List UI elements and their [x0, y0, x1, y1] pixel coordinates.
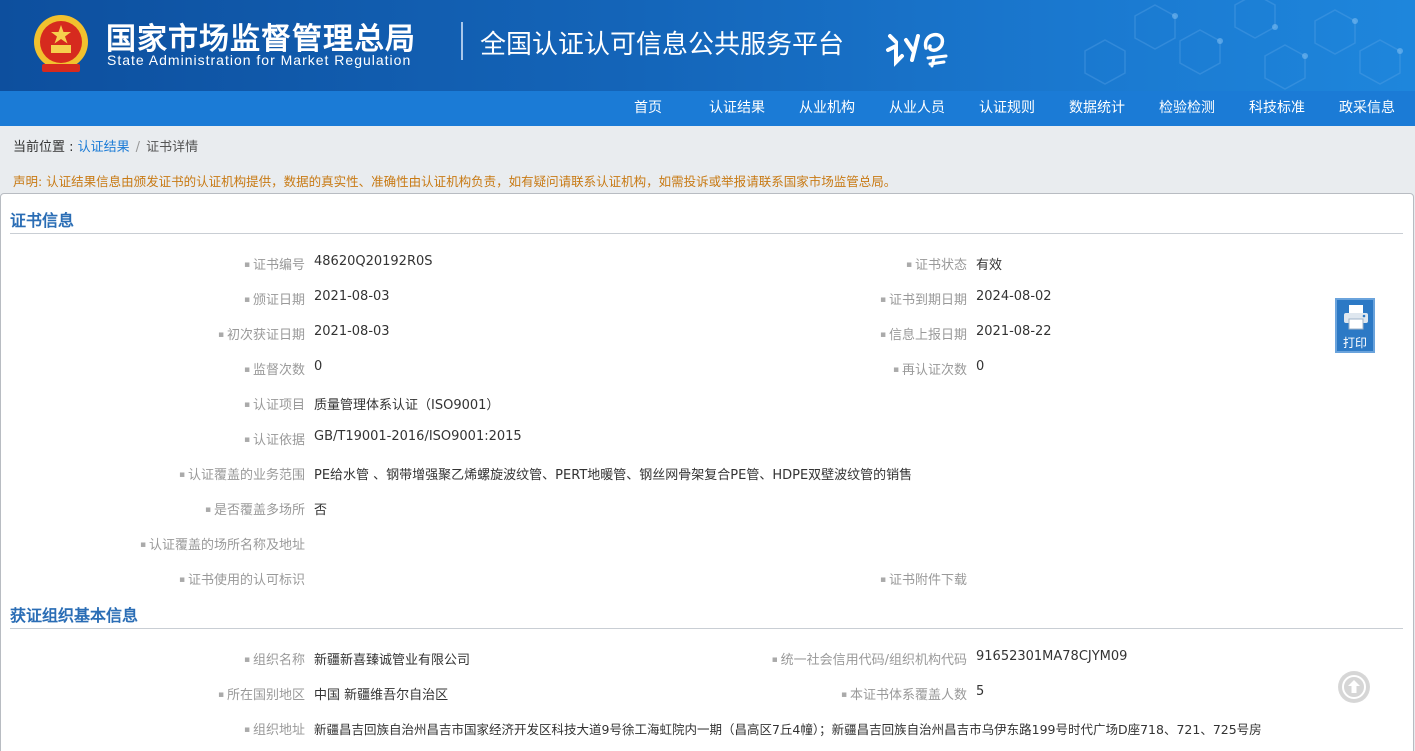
nav-standards[interactable]: 科技标准 — [1249, 91, 1305, 126]
field-value: 2021-08-22 — [976, 324, 1052, 339]
field-value: 有效 — [976, 258, 1003, 273]
breadcrumb-current: 证书详情 — [146, 140, 199, 155]
section-title-cert: 证书信息 — [10, 211, 75, 230]
nav-home[interactable]: 首页 — [634, 91, 662, 126]
field-value: 中国 新疆维吾尔自治区 — [314, 688, 449, 703]
breadcrumb-divider: / — [135, 140, 141, 155]
field-label: 所在国别地区 — [218, 684, 305, 703]
print-label: 打印 — [1342, 336, 1367, 350]
field-value: 0 — [314, 359, 323, 374]
field-label: 证书使用的认可标识 — [179, 569, 305, 588]
breadcrumb: 当前位置 : 认证结果 / 证书详情 — [13, 136, 198, 155]
field-label: 颁证日期 — [244, 289, 305, 308]
field-value: 2021-08-03 — [314, 324, 390, 339]
nav-personnel[interactable]: 从业人员 — [889, 91, 945, 126]
field-label: 组织地址 — [244, 719, 305, 738]
field-value: 48620Q20192R0S — [314, 254, 433, 269]
field-label: 证书状态 — [906, 254, 967, 273]
nav-institutions[interactable]: 从业机构 — [799, 91, 855, 126]
field-value: 新疆新喜臻诚管业有限公司 — [314, 653, 471, 668]
breadcrumb-link-results[interactable]: 认证结果 — [78, 140, 130, 155]
disclaimer-notice: 声明: 认证结果信息由颁发证书的认证机构提供，数据的真实性、准确性由认证机构负责… — [13, 174, 897, 189]
nav-procurement[interactable]: 政采信息 — [1339, 91, 1395, 126]
field-label: 是否覆盖多场所 — [205, 499, 305, 518]
breadcrumb-prefix: 当前位置 : — [13, 140, 78, 155]
renzheng-cloud-logo — [886, 33, 948, 68]
printer-icon — [1344, 305, 1368, 330]
field-value: 0 — [976, 359, 985, 374]
field-label-attachment: 证书附件下载 — [880, 569, 967, 588]
nav-rules[interactable]: 认证规则 — [979, 91, 1035, 126]
field-value: GB/T19001-2016/ISO9001:2015 — [314, 429, 522, 444]
section-divider — [10, 628, 1403, 629]
nav-certification-results[interactable]: 认证结果 — [709, 91, 765, 126]
field-value: 新疆昌吉回族自治州昌吉市国家经济开发区科技大道9号徐工海虹院内一期（昌高区7丘4… — [314, 722, 1262, 737]
field-label: 组织名称 — [244, 649, 305, 668]
section-title-org: 获证组织基本信息 — [10, 606, 139, 625]
print-button[interactable]: 打印 — [1335, 298, 1375, 353]
national-emblem-icon — [34, 15, 88, 72]
field-value: PE给水管 、钢带增强聚乙烯螺旋波纹管、PERT地暖管、钢丝网骨架复合PE管、H… — [314, 468, 913, 483]
field-label: 初次获证日期 — [218, 324, 305, 343]
field-label: 证书到期日期 — [880, 289, 967, 308]
field-value: 91652301MA78CJYM09 — [976, 649, 1128, 664]
field-label: 信息上报日期 — [880, 324, 967, 343]
section-divider — [10, 233, 1403, 234]
platform-title: 全国认证认可信息公共服务平台 — [480, 30, 845, 60]
field-value: 否 — [314, 503, 328, 518]
field-label: 认证依据 — [244, 429, 305, 448]
agency-title-en: State Administration for Market Regulati… — [107, 52, 412, 68]
field-label: 本证书体系覆盖人数 — [841, 684, 967, 703]
field-label: 监督次数 — [244, 359, 305, 378]
nav-inspection[interactable]: 检验检测 — [1159, 91, 1215, 126]
field-label: 认证覆盖的场所名称及地址 — [140, 534, 305, 553]
field-value: 5 — [976, 684, 985, 699]
header-banner: 国家市场监督管理总局 State Administration for Mark… — [0, 0, 1415, 91]
field-label: 认证覆盖的业务范围 — [179, 464, 305, 483]
main-nav: 首页 认证结果 从业机构 从业人员 认证规则 数据统计 检验检测 科技标准 政采… — [0, 91, 1415, 126]
field-label: 统一社会信用代码/组织机构代码 — [772, 649, 967, 668]
header-divider — [461, 22, 463, 60]
field-label: 证书编号 — [244, 254, 305, 273]
field-value: 质量管理体系认证（ISO9001） — [314, 398, 500, 413]
back-to-top-icon[interactable] — [1338, 671, 1370, 703]
field-value: 2021-08-03 — [314, 289, 390, 304]
field-label: 认证项目 — [244, 394, 305, 413]
nav-statistics[interactable]: 数据统计 — [1069, 91, 1125, 126]
field-label: 再认证次数 — [893, 359, 967, 378]
field-value: 2024-08-02 — [976, 289, 1052, 304]
